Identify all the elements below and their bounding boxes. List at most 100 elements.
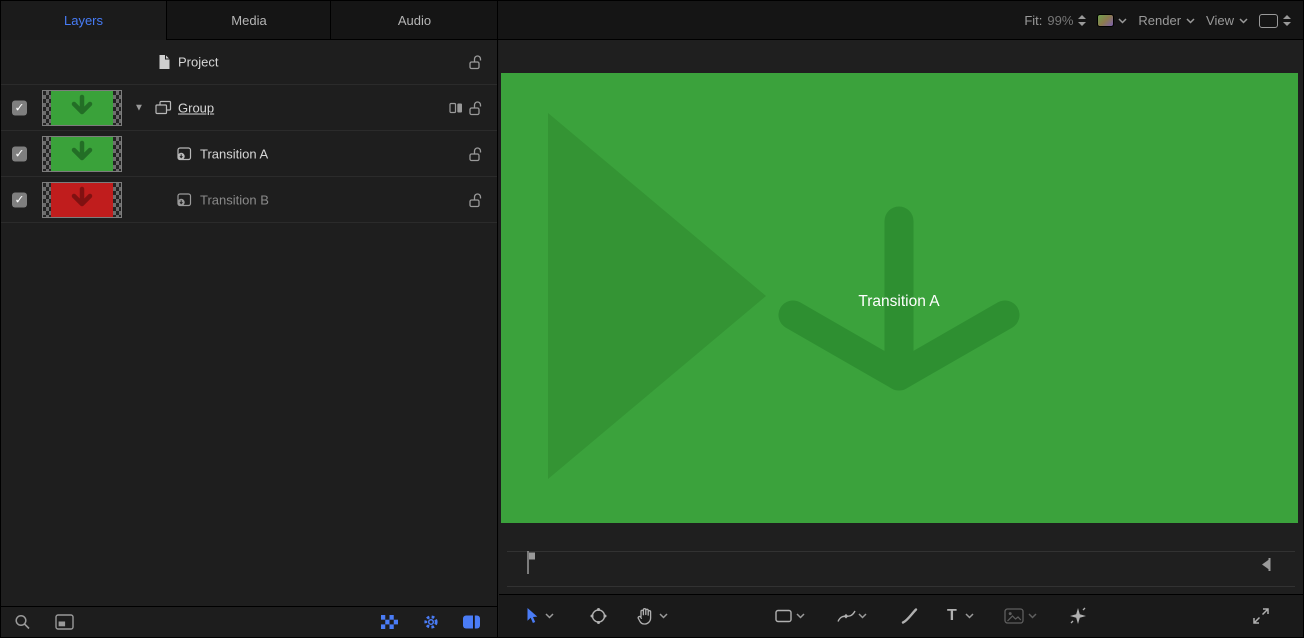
layer-thumbnail[interactable]: [42, 182, 122, 218]
render-label: Render: [1138, 13, 1181, 28]
top-bar: Layers Media Audio Fit: 99% Render View: [1, 1, 1303, 40]
filmstrip-sprocket: [113, 91, 121, 125]
layers-pane-toggle-icon[interactable]: [462, 615, 481, 630]
layers-panel: Project ✓ ▼: [1, 40, 498, 606]
shape-tool[interactable]: [775, 610, 792, 623]
sparkle-icon: [1069, 607, 1087, 625]
filmstrip-sprocket: [113, 137, 121, 171]
isolate-icon[interactable]: [449, 102, 463, 114]
filmstrip-sprocket: [43, 91, 51, 125]
timeline-track-top-line: [507, 551, 1295, 552]
select-tool-chevron-icon[interactable]: [545, 613, 554, 619]
adjust-handles-icon: [589, 607, 608, 626]
chevron-down-icon: [1239, 18, 1248, 24]
tab-media-label: Media: [231, 13, 266, 28]
layer-visibility-checkbox[interactable]: ✓: [12, 146, 27, 161]
lock-icon[interactable]: [469, 55, 483, 70]
preview-frame-icon[interactable]: [55, 614, 74, 630]
project-row[interactable]: Project: [1, 40, 497, 85]
hand-icon: [637, 607, 654, 626]
fit-zoom-control[interactable]: Fit: 99%: [1024, 13, 1086, 28]
display-stepper-icon: [1283, 15, 1291, 26]
layer-visibility-checkbox[interactable]: ✓: [12, 192, 27, 207]
expand-arrows-icon: [1252, 607, 1270, 625]
group-icon: [155, 100, 172, 115]
fullscreen-toggle[interactable]: [1252, 607, 1270, 625]
transparency-checkerboard-icon[interactable]: [381, 615, 398, 629]
mask-image-tool[interactable]: [1004, 608, 1024, 624]
check-icon: ✓: [14, 194, 24, 206]
adjust-item-tool[interactable]: [589, 607, 608, 626]
layer-thumbnail[interactable]: [42, 136, 122, 172]
behaviors-tool[interactable]: [1069, 607, 1087, 625]
image-icon: [1004, 608, 1024, 624]
project-file-icon: [158, 54, 171, 70]
bezier-tool[interactable]: [837, 609, 856, 623]
channel-swatch-menu[interactable]: [1097, 14, 1127, 27]
tab-layers[interactable]: Layers: [1, 1, 167, 40]
thumbnail-red-arrow: [51, 183, 113, 217]
layer-thumbnail[interactable]: [42, 90, 122, 126]
canvas[interactable]: Transition A: [501, 73, 1298, 523]
media-layer-icon: [176, 193, 192, 207]
tab-layers-label: Layers: [64, 13, 103, 28]
check-icon: ✓: [14, 102, 24, 114]
lock-icon[interactable]: [469, 146, 483, 161]
layer-label[interactable]: Group: [178, 100, 214, 115]
layers-footer-bar: [1, 606, 498, 637]
zoom-value: 99%: [1047, 13, 1073, 28]
rectangle-icon: [775, 610, 792, 623]
gear-icon[interactable]: [422, 613, 440, 631]
display-control[interactable]: [1259, 14, 1291, 28]
text-tool-chevron-icon[interactable]: [965, 613, 974, 619]
paint-stroke-icon: [901, 608, 918, 625]
select-transform-tool[interactable]: [525, 607, 539, 625]
paint-stroke-tool[interactable]: [901, 608, 918, 625]
text-tool[interactable]: T: [947, 607, 957, 625]
pan-tool[interactable]: [637, 607, 654, 626]
bezier-tool-chevron-icon[interactable]: [858, 613, 867, 619]
layer-visibility-checkbox[interactable]: ✓: [12, 100, 27, 115]
layer-label[interactable]: Transition B: [200, 192, 269, 207]
search-icon[interactable]: [14, 614, 31, 631]
tab-audio[interactable]: Audio: [332, 1, 498, 40]
media-layer-icon: [176, 147, 192, 161]
project-label: Project: [178, 55, 218, 70]
layer-label[interactable]: Transition A: [200, 146, 268, 161]
color-swatch-icon: [1097, 14, 1114, 27]
filmstrip-sprocket: [43, 183, 51, 217]
chevron-down-icon: [1186, 18, 1195, 24]
tab-media[interactable]: Media: [168, 1, 331, 40]
pan-tool-chevron-icon[interactable]: [659, 613, 668, 619]
layer-row-transition-a[interactable]: ✓ Transition A: [1, 131, 497, 177]
render-menu[interactable]: Render: [1138, 13, 1195, 28]
motion-window: Layers Media Audio Fit: 99% Render View: [0, 0, 1304, 638]
disclosure-triangle-icon[interactable]: ▼: [134, 102, 144, 113]
view-menu[interactable]: View: [1206, 13, 1248, 28]
thumbnail-green-arrow: [51, 91, 113, 125]
chevron-down-icon: [1118, 18, 1127, 24]
mask-tool-chevron-icon[interactable]: [1028, 613, 1037, 619]
tab-audio-label: Audio: [398, 13, 431, 28]
layer-row-transition-b[interactable]: ✓ Transition B: [1, 177, 497, 223]
filmstrip-sprocket: [113, 183, 121, 217]
filmstrip-sprocket: [43, 137, 51, 171]
bezier-curve-icon: [837, 609, 856, 623]
layer-row-group[interactable]: ✓ ▼ Group: [1, 85, 497, 131]
check-icon: ✓: [14, 148, 24, 160]
view-label: View: [1206, 13, 1234, 28]
shape-tool-chevron-icon[interactable]: [796, 613, 805, 619]
play-range-end-marker-icon[interactable]: [1259, 557, 1271, 577]
viewer-toolbar: Fit: 99% Render View: [1024, 1, 1291, 40]
lock-icon[interactable]: [469, 192, 483, 207]
thumbnail-green-arrow: [51, 137, 113, 171]
playhead-marker-icon[interactable]: [526, 551, 536, 579]
viewer-area[interactable]: Transition A: [499, 40, 1303, 594]
display-icon: [1259, 14, 1278, 28]
zoom-stepper-icon[interactable]: [1078, 15, 1086, 26]
lock-icon[interactable]: [469, 100, 483, 115]
timeline-track-bottom-line: [507, 586, 1295, 587]
fit-label: Fit:: [1024, 13, 1042, 28]
tools-toolbar: T: [499, 594, 1303, 637]
cursor-arrow-icon: [525, 607, 539, 625]
